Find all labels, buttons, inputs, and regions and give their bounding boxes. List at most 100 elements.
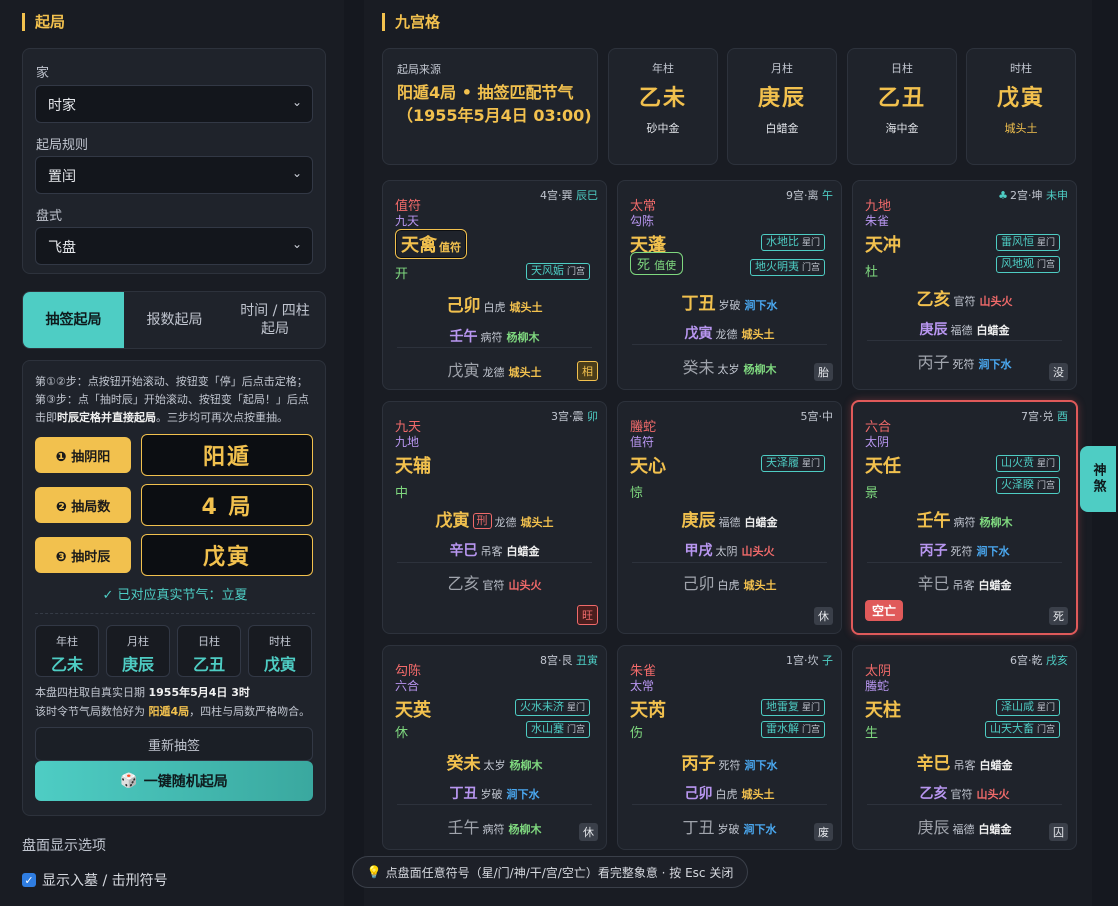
tab-number[interactable]: 报数起局 [124,292,225,348]
hexagram-tag-door[interactable]: 风地观 门宫 [995,256,1060,273]
stem-row-3[interactable]: 戊寅 龙德 城头土 [383,357,606,381]
stem-row-1[interactable]: 己卯 白虎 城头土 [383,291,606,316]
palace-door[interactable]: 伤 [630,722,643,741]
palace-ctl[interactable]: 勾陈 [630,212,654,229]
palace-1[interactable]: 1宫·坎 子 朱雀 太常 天芮 伤 地雷复 星门 雷水解 门宫 丙子 死符 涧下水 己卯… [617,645,842,850]
palace-star[interactable]: 天任 [865,452,901,478]
palace-star[interactable]: 天心 [630,452,666,478]
palace-door[interactable]: 生 [865,722,878,741]
palace-ctl[interactable]: 朱雀 [865,212,889,229]
palace-state-badge[interactable]: 囚 [1049,823,1068,841]
palace-9[interactable]: 9宫·离 午 太常 勾陈 天蓬 死 值使 水地比 星门 地火明夷 门宫 丁丑 岁破 涧下… [617,180,842,390]
palace-ctl[interactable]: 值符 [630,433,654,450]
stem-row-2[interactable]: 己卯 白虎 城头土 [618,783,841,803]
palace-door[interactable]: 惊 [630,482,643,501]
palace-state-badge[interactable]: 旺 [577,605,598,625]
palace-8[interactable]: 8宫·艮 丑寅 勾陈 六合 天英 休 火水未济 星门 水山蹇 门宫 癸未 太岁 杨柳木 … [382,645,607,850]
palace-ctl[interactable]: 六合 [395,677,419,694]
palace-4[interactable]: 4宫·巽 辰巳 值符 九天 天禽 值符 开 天风姤 门宫 己卯 白虎 城头土 壬午 病符杨… [382,180,607,390]
stem-row-1[interactable]: 丁丑 岁破 涧下水 [618,289,841,314]
palace-ctl[interactable]: 螣蛇 [865,677,889,694]
panshi-select[interactable]: 飞盘 ⌄ [35,227,313,265]
palace-door[interactable]: 中 [395,482,408,501]
stem-row-1[interactable]: 乙亥 官符 山头火 [853,285,1076,310]
void-badge[interactable]: 空亡 [865,600,904,621]
shensha-side-tab[interactable]: 神煞 [1080,446,1116,512]
stem-row-1[interactable]: 戊寅刑龙德 城头土 [383,506,606,531]
stem-row-3[interactable]: 庚辰 福德 白蜡金 [853,814,1076,838]
hexagram-tag-star[interactable]: 火水未济 星门 [514,699,590,716]
stem-row-3[interactable]: 丁丑 岁破 涧下水 [618,814,841,838]
palace-ctl[interactable]: 九地 [395,433,419,450]
stem-row-3[interactable]: 乙亥 官符 山头火 [383,570,606,594]
stem-row-2[interactable]: 壬午 病符 杨柳木 [383,326,606,346]
stem-row-2[interactable]: 丁丑 岁破 涧下水 [383,783,606,803]
palace-door[interactable]: 景 [865,482,878,501]
palace-ctl[interactable]: 太阴 [865,433,889,450]
palace-door[interactable]: 休 [395,722,408,741]
tab-draw[interactable]: 抽签起局 [23,292,124,348]
palace-door[interactable]: 死 值使 [630,252,684,275]
jia-select[interactable]: 时家 ⌄ [35,85,313,123]
pillar-hour[interactable]: 时柱 戊寅 城头土 [966,48,1076,165]
draw-shichen-button[interactable]: ❸ 抽时辰 [35,537,131,573]
hexagram-tag-door[interactable]: 雷水解 门宫 [760,721,825,738]
stem-row-3[interactable]: 己卯 白虎 城头土 [618,570,841,594]
palace-5[interactable]: 5宫·中 螣蛇 值符 天心 惊 天泽履 星门 庚辰 福德 白蜡金 甲戌 太阴 山头火 己卯… [617,401,842,634]
pillar-month[interactable]: 月柱 庚辰 白蜡金 [727,48,837,165]
palace-star[interactable]: 天辅 [395,452,431,478]
stem-row-1[interactable]: 癸未 太岁 杨柳木 [383,749,606,774]
palace-ctl[interactable]: 太常 [630,677,654,694]
stem-row-1[interactable]: 壬午 病符 杨柳木 [853,506,1076,531]
show-tomb-checkbox[interactable]: ✓ 显示入墓 / 击刑符号 [22,870,168,890]
palace-door[interactable]: 开 [395,263,408,282]
stem-row-2[interactable]: 庚辰 福德 白蜡金 [853,319,1076,339]
stem-row-1[interactable]: 丙子 死符 涧下水 [618,749,841,774]
palace-state-badge[interactable]: 休 [814,607,833,625]
hexagram-tag-door[interactable]: 山天大畜 门宫 [984,721,1060,738]
draw-jushu-button[interactable]: ❷ 抽局数 [35,487,131,523]
palace-state-badge[interactable]: 死 [1049,607,1068,625]
stem-row-3[interactable]: 丙子 死符 涧下水 [853,349,1076,373]
stem-row-3[interactable]: 癸未 太岁 杨柳木 [618,354,841,378]
hexagram-tag-star[interactable]: 地雷复 星门 [760,699,825,716]
redraw-button[interactable]: 重新抽签 [35,727,313,761]
palace-star[interactable]: 天禽 值符 [395,229,467,259]
rule-select[interactable]: 置闰 ⌄ [35,156,313,194]
palace-star[interactable]: 天冲 [865,231,901,257]
pillar-day[interactable]: 日柱 乙丑 海中金 [847,48,957,165]
stem-row-2[interactable]: 辛巳 吊客 白蜡金 [383,540,606,560]
hexagram-tag-star[interactable]: 山火贲 星门 [995,455,1060,472]
palace-door[interactable]: 杜 [865,261,878,280]
stem-row-2[interactable]: 丙子 死符 涧下水 [853,540,1076,560]
palace-state-badge[interactable]: 没 [1049,363,1068,381]
hexagram-tag-star[interactable]: 水地比 星门 [760,234,825,251]
stem-row-2[interactable]: 戊寅 龙德 城头土 [618,323,841,343]
hexagram-tag-star[interactable]: 泽山咸 星门 [995,699,1060,716]
hexagram-tag-star[interactable]: 天泽履 星门 [760,455,825,472]
palace-state-badge[interactable]: 相 [577,361,598,381]
palace-star[interactable]: 天芮 [630,696,666,722]
palace-star[interactable]: 天英 [395,696,431,722]
hexagram-tag-door[interactable]: 地火明夷 门宫 [749,259,825,276]
palace-star[interactable]: 天柱 [865,696,901,722]
random-start-button[interactable]: 🎲 一键随机起局 [35,761,313,801]
palace-ctl[interactable]: 九天 [395,212,419,229]
palace-state-badge[interactable]: 胎 [814,363,833,381]
hexagram-tag-door[interactable]: 水山蹇 门宫 [525,721,590,738]
stem-row-3[interactable]: 辛巳 吊客 白蜡金 [853,570,1076,594]
stem-row-2[interactable]: 甲戌 太阴 山头火 [618,540,841,560]
draw-yinyang-button[interactable]: ❶ 抽阴阳 [35,437,131,473]
tab-time[interactable]: 时间 / 四柱起局 [225,292,325,348]
palace-3[interactable]: 3宫·震 卯 九天 九地 天辅 中 戊寅刑龙德 城头土 辛巳 吊客 白蜡金 乙亥 官符山… [382,401,607,634]
hexagram-tag-door[interactable]: 火泽睽 门宫 [995,477,1060,494]
punishment-badge[interactable]: 刑 [472,513,492,529]
stem-row-1[interactable]: 辛巳 吊客 白蜡金 [853,749,1076,774]
pillar-year[interactable]: 年柱 乙未 砂中金 [608,48,718,165]
palace-state-badge[interactable]: 休 [579,823,598,841]
hexagram-tag-star[interactable]: 雷风恒 星门 [995,234,1060,251]
stem-row-2[interactable]: 乙亥 官符 山头火 [853,783,1076,803]
palace-state-badge[interactable]: 废 [814,823,833,841]
hexagram-tag-door[interactable]: 天风姤 门宫 [525,263,590,280]
palace-6[interactable]: 6宫·乾 戌亥 太阴 螣蛇 天柱 生 泽山咸 星门 山天大畜 门宫 辛巳 吊客 白蜡金 … [852,645,1077,850]
